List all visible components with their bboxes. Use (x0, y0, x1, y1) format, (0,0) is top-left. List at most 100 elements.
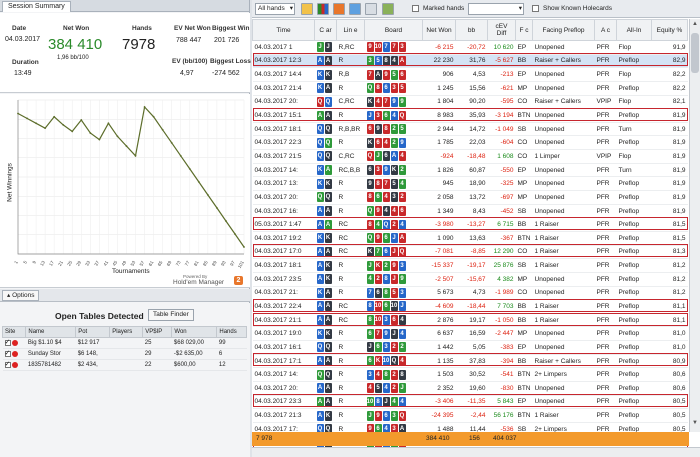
open-col-header[interactable]: Players (109, 326, 144, 338)
card: A (324, 219, 332, 230)
col-header[interactable]: All-In (616, 19, 652, 41)
hand-row[interactable]: 04.03.2017 16:1 Q Q R J 6 3 2 2 1 442 5,05 -383 EP Un… (252, 340, 688, 355)
col-header[interactable]: Facing Preflop (532, 19, 595, 41)
open-table-row[interactable]: Sunday Stor$6 148, 29-$2 635,006 (2, 348, 247, 360)
col-header[interactable]: Equity % (651, 19, 688, 41)
hand-row[interactable]: 04.03.2017 19:2 K K RC Q 9 6 J A 1 090 13,63 -367 BT… (252, 231, 688, 246)
hud-stats-icon[interactable] (333, 3, 345, 15)
card: 6 (382, 301, 390, 312)
col-header[interactable]: C ar (314, 19, 337, 41)
hand-row[interactable]: 04.03.2017 21:1 A A RC 8 10 3 6 4 2 876 19,17 -1 05… (252, 313, 688, 328)
hand-facing: 1 Raiser (532, 245, 595, 260)
hand-row[interactable]: 04.03.2017 1 J J R,RC 9 10 7 7 3 -6 215 -20,72 10 6… (252, 40, 688, 55)
open-table-checkbox[interactable] (4, 338, 11, 346)
hand-row[interactable]: 04.03.2017 19:0 K K R 6 7 9 J 4 6 637 16,59 -2 447 M… (252, 326, 688, 342)
hand-row[interactable]: 04.03.2017 20: Q Q R 8 6 4 3 2 2 058 13,72 -697 MP Un… (252, 190, 688, 205)
hand-row[interactable]: 04.03.2017 18:1 A K R J K 2 9 3 -15 337 -19,17 25 8… (252, 258, 688, 273)
vertical-scrollbar[interactable]: ▲ ▼ (689, 19, 700, 432)
hand-row[interactable]: 04.03.2017 17:0 A A RC K 7 6 J Q -7 081 -8,85 12 29… (252, 245, 688, 260)
hand-row[interactable]: 04.03.2017 22:4 A A RC 8 10 6 10 J -4 609 -18,44 7 … (252, 299, 688, 314)
hand-cev-diff: -5 627 (487, 54, 516, 69)
card: K (324, 69, 332, 80)
hand-line: RC (336, 313, 365, 328)
open-col-header[interactable]: VP$IP (142, 326, 173, 338)
hand-row[interactable]: 04.03.2017 21:5 Q Q C,RC Q J 6 A 4 -924 -18,48 1 60… (252, 149, 688, 164)
open-table-row[interactable]: Big $1.10 $4$12 917 25$68 029,0099 (2, 337, 247, 349)
scroll-up-icon[interactable]: ▲ (691, 21, 699, 31)
data-point (197, 180, 200, 183)
open-table-site[interactable] (2, 348, 26, 360)
hand-time: 04.03.2017 13: (252, 176, 315, 192)
hand-line: R (336, 190, 365, 205)
net-won-value: 384 410 (48, 36, 103, 53)
hand-row[interactable]: 05.03.2017 1:47 A A RC 8 4 Q 2 4 -3 980 -13,27 6 71… (252, 217, 688, 232)
hand-row[interactable]: 04.03.2017 21: K A R 7 6 8 5 3 5 673 4,73 -1 989 CO U… (252, 286, 688, 301)
open-table-site[interactable] (2, 359, 26, 371)
hand-row[interactable]: 04.03.2017 23:3 A A R 10 8 J 4 4 -3 406 -11,35 5 84… (252, 395, 688, 410)
hand-row[interactable]: 04.03.2017 21:3 A K R J 9 6 3 Q -24 395 -2,44 56 17… (252, 408, 688, 423)
hand-row[interactable]: 04.03.2017 17:1 A A R 6 K 10 Q 4 1 135 37,83 -394 BB… (252, 354, 688, 369)
hand-row[interactable]: 04.03.2017 14:4 K K R,B 7 A 9 5 6 906 4,53 -213 EP Un… (252, 67, 688, 82)
scroll-down-icon[interactable]: ▼ (691, 420, 699, 430)
hand-row[interactable]: 04.03.2017 20: A A R 4 5 4 2 J 2 352 19,60 -830 BTN U… (252, 381, 688, 396)
card: J (366, 110, 374, 121)
col-header[interactable]: Lin e (336, 19, 365, 41)
col-header[interactable]: Board (364, 19, 423, 41)
open-table-site[interactable] (2, 337, 26, 349)
hand-bb: 35,93 (455, 108, 488, 123)
marked-hands-select[interactable]: ▾ (468, 3, 524, 15)
hand-position: MP (515, 81, 533, 96)
range-grid-icon[interactable] (317, 3, 329, 15)
options-button[interactable]: ▴ Options (2, 290, 40, 301)
hand-row[interactable]: 04.03.2017 13: K K R 9 8 7 5 4 945 18,90 -325 MP Unop… (252, 176, 688, 192)
replay-icon[interactable] (301, 3, 313, 15)
horizontal-scrollbar[interactable] (252, 447, 700, 457)
filter-icon[interactable] (382, 3, 394, 15)
hand-filter-select[interactable]: All hands ▾ (255, 3, 295, 15)
hand-row[interactable]: 04.03.2017 21:4 K A R Q 8 6 3 5 1 245 15,56 -621 MP U… (252, 81, 688, 96)
hand-line: R (336, 135, 365, 151)
hand-time: 04.03.2017 18:1 (252, 122, 315, 137)
col-header[interactable]: A c (594, 19, 617, 41)
hand-row[interactable]: 04.03.2017 22:3 Q Q R K 6 4 2 9 1 785 22,03 -604 CO U… (252, 135, 688, 151)
hand-net-won: 8 983 (422, 108, 456, 123)
open-table-checkbox[interactable] (4, 349, 11, 357)
card: 4 (398, 356, 406, 367)
settings-icon[interactable] (365, 3, 377, 15)
card: 9 (398, 96, 406, 107)
show-known-holecards-checkbox[interactable] (532, 5, 539, 12)
open-table-checkbox[interactable] (4, 360, 11, 368)
marked-hands-checkbox[interactable] (412, 5, 419, 12)
tab-session-summary[interactable]: Session Summary (2, 1, 71, 12)
hand-row[interactable]: 04.03.2017 23:5 A K R 4 2 8 J 9 -2 507 -15,67 4 382… (252, 272, 688, 287)
table-finder-button[interactable]: Table Finder (148, 309, 194, 321)
hand-row[interactable]: 04.03.2017 14: K A RC,B,B 6 3 9 K 2 1 826 60,87 -55… (252, 163, 688, 178)
x-tick-label: 29 (75, 260, 82, 267)
open-col-header[interactable]: Pot (75, 326, 111, 338)
card: A (390, 151, 398, 162)
col-header[interactable]: bb (455, 19, 488, 41)
open-col-header[interactable]: Hands (216, 326, 247, 338)
col-header[interactable]: cEV Diff (487, 19, 516, 41)
open-table-vpip: 22 (142, 359, 172, 371)
col-header[interactable]: F c (515, 19, 533, 41)
hand-row[interactable]: 04.03.2017 15:1 A A R J 3 6 4 Q 8 983 35,93 -3 194 B… (252, 108, 688, 123)
hand-row[interactable]: 04.03.2017 12:3 A A R 3 5 8 4 A 22 230 31,76 -5 627… (252, 54, 688, 69)
card: 2 (374, 274, 382, 285)
hand-row[interactable]: 04.03.2017 20: Q Q C,RC K 4 7 9 9 1 804 90,20 -595 C… (252, 95, 688, 110)
col-header[interactable]: Time (252, 19, 315, 41)
vertical-scroll-thumb[interactable] (691, 33, 699, 73)
hand-row[interactable]: 04.03.2017 18:1 Q Q R,B,BR 6 9 8 2 5 2 944 14,72 -1… (252, 122, 688, 137)
hand-row[interactable]: 04.03.2017 14: Q Q R 3 4 8 2 8 1 503 30,52 -541 BTN 2… (252, 367, 688, 383)
export-icon[interactable] (349, 3, 361, 15)
hand-row[interactable]: 04.03.2017 16: A A R Q 9 4 4 6 1 349 8,43 -452 SB Uno… (252, 204, 688, 219)
open-col-header[interactable]: Site (1, 326, 27, 338)
hand-allin: Preflop (616, 313, 652, 328)
open-table-row[interactable]: 1835781482$2 434, 22$600,0012 (2, 359, 247, 371)
open-col-header[interactable]: Won (171, 326, 218, 338)
open-col-header[interactable]: Name (25, 326, 77, 338)
left-tab-bar: Session Summary (0, 0, 249, 12)
hole-cards: AA (314, 395, 337, 410)
card: 2 (390, 342, 398, 353)
col-header[interactable]: Net Won (422, 19, 456, 41)
